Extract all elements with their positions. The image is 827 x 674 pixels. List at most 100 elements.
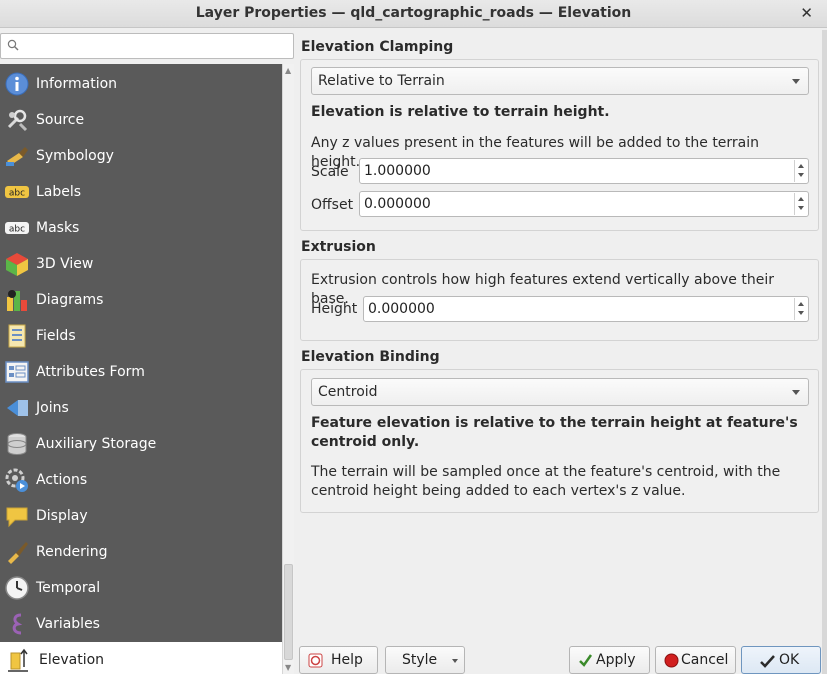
diagrams-icon <box>7 290 27 311</box>
step-up-icon[interactable] <box>798 302 804 306</box>
clamping-mode-select[interactable]: Relative to Terrain <box>311 67 809 95</box>
binding-mode-select[interactable]: Centroid <box>311 378 809 406</box>
sidebar-item-source[interactable]: Source <box>0 102 282 138</box>
offset-label: Offset <box>311 197 354 213</box>
sidebar-item-information[interactable]: Information <box>0 66 282 102</box>
sidebar-item-temporal[interactable]: Temporal <box>0 570 282 606</box>
labels-icon: abc <box>5 186 29 199</box>
help-icon <box>308 653 323 668</box>
temporal-icon <box>5 576 29 600</box>
style-button[interactable]: Style <box>385 646 465 674</box>
sidebar: Information Source Symbology abc Labels … <box>0 64 282 674</box>
scale-label: Scale <box>311 164 349 180</box>
content-scrollbar[interactable] <box>822 30 827 674</box>
cancel-icon <box>664 653 679 668</box>
sidebar-item-label: Diagrams <box>36 292 104 308</box>
sidebar-item-auxiliary-storage[interactable]: Auxiliary Storage <box>0 426 282 462</box>
sidebar-item-label: Actions <box>36 472 88 488</box>
sidebar-item-labels[interactable]: abc Labels <box>0 174 282 210</box>
sidebar-item-elevation[interactable]: Elevation <box>0 642 282 674</box>
sidebar-item-label: 3D View <box>36 256 94 272</box>
height-label: Height <box>311 301 358 317</box>
sidebar-item-label: Information <box>36 76 118 92</box>
sidebar-item-attributes-form[interactable]: Attributes Form <box>0 354 282 390</box>
binding-bold-description: Feature elevation is relative to the ter… <box>311 415 798 450</box>
masks-icon: abc <box>5 222 29 235</box>
rendering-icon <box>8 542 28 564</box>
sidebar-item-display[interactable]: Display <box>0 498 282 534</box>
step-up-icon[interactable] <box>798 197 804 201</box>
step-down-icon[interactable] <box>798 311 804 315</box>
scale-input[interactable] <box>364 162 784 180</box>
display-icon <box>6 507 28 528</box>
title-bar: Layer Properties — qld_cartographic_road… <box>0 0 827 28</box>
elevation-icon <box>8 648 28 672</box>
binding-description: The terrain will be sampled once at the … <box>311 464 781 499</box>
auxiliary-storage-icon <box>7 433 27 455</box>
offset-spinbox[interactable] <box>359 191 809 217</box>
masks-icon-text: abc <box>9 225 25 235</box>
offset-stepper[interactable] <box>794 193 807 215</box>
clamping-group: Relative to Terrain Elevation is relativ… <box>300 59 819 231</box>
sidebar-item-masks[interactable]: abc Masks <box>0 210 282 246</box>
ok-button[interactable]: OK <box>741 646 821 674</box>
sidebar-item-actions[interactable]: Actions <box>0 462 282 498</box>
apply-button[interactable]: Apply <box>569 646 650 674</box>
window-title: Layer Properties — qld_cartographic_road… <box>195 5 632 21</box>
cancel-label: Cancel <box>681 652 729 668</box>
close-icon[interactable]: ✕ <box>800 4 813 22</box>
sidebar-item-label: Rendering <box>36 544 108 560</box>
sidebar-item-label: Masks <box>36 220 80 236</box>
step-down-icon[interactable] <box>798 206 804 210</box>
ok-icon <box>760 655 775 668</box>
sidebar-item-symbology[interactable]: Symbology <box>0 138 282 174</box>
height-spinbox[interactable] <box>363 296 809 322</box>
sidebar-scrollbar[interactable]: ▲ ▼ <box>282 64 294 674</box>
help-label: Help <box>331 652 363 668</box>
height-input[interactable] <box>368 300 784 318</box>
labels-icon-text: abc <box>9 189 25 199</box>
clamping-title: Elevation Clamping <box>301 39 454 55</box>
symbology-icon <box>6 147 28 166</box>
sidebar-item-3d-view[interactable]: 3D View <box>0 246 282 282</box>
sidebar-item-label: Variables <box>36 616 100 632</box>
sidebar-scroll-thumb[interactable] <box>284 564 293 660</box>
sidebar-item-label: Joins <box>36 400 69 416</box>
actions-icon <box>5 468 28 492</box>
search-icon <box>7 39 19 51</box>
sidebar-item-diagrams[interactable]: Diagrams <box>0 282 282 318</box>
sidebar-item-label: Fields <box>36 328 76 344</box>
scroll-up-icon[interactable]: ▲ <box>285 66 291 75</box>
chevron-down-icon <box>792 390 800 395</box>
offset-input[interactable] <box>364 195 784 213</box>
scale-stepper[interactable] <box>794 160 807 182</box>
extrusion-group: Extrusion controls how high features ext… <box>300 259 819 341</box>
sidebar-item-variables[interactable]: Variables <box>0 606 282 642</box>
sidebar-item-label: Elevation <box>39 652 105 668</box>
clamping-mode-value: Relative to Terrain <box>318 73 445 89</box>
sidebar-item-rendering[interactable]: Rendering <box>0 534 282 570</box>
fields-icon <box>8 324 26 348</box>
sidebar-item-fields[interactable]: Fields <box>0 318 282 354</box>
sidebar-item-label: Attributes Form <box>36 364 145 380</box>
height-stepper[interactable] <box>794 298 807 320</box>
sidebar-item-label: Temporal <box>36 580 101 596</box>
binding-title: Elevation Binding <box>301 349 440 365</box>
scale-spinbox[interactable] <box>359 158 809 184</box>
clamping-bold-description: Elevation is relative to terrain height. <box>311 104 610 120</box>
cancel-button[interactable]: Cancel <box>655 646 736 674</box>
style-label: Style <box>402 652 438 668</box>
extrusion-title: Extrusion <box>301 239 376 255</box>
variables-icon <box>12 613 23 635</box>
step-up-icon[interactable] <box>798 164 804 168</box>
step-down-icon[interactable] <box>798 173 804 177</box>
chevron-down-icon <box>792 79 800 84</box>
help-button[interactable]: Help <box>299 646 378 674</box>
sidebar-item-joins[interactable]: Joins <box>0 390 282 426</box>
chevron-down-icon <box>452 659 458 663</box>
scroll-down-icon[interactable]: ▼ <box>285 663 291 672</box>
sidebar-item-label: Source <box>36 112 85 128</box>
attributes-form-icon <box>5 361 29 383</box>
sidebar-item-label: Auxiliary Storage <box>36 436 157 452</box>
search-input[interactable] <box>23 36 288 56</box>
